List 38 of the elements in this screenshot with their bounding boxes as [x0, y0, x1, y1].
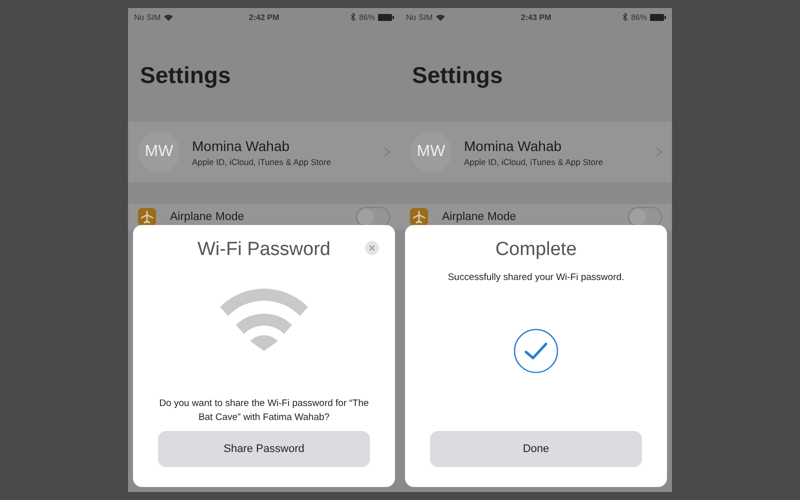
profile-name: Momina Wahab [192, 138, 291, 154]
dialog-title: Wi-Fi Password [197, 239, 330, 261]
dialog-title: Complete [495, 239, 577, 261]
dialog-message: Successfully shared your Wi-Fi password. [448, 271, 624, 284]
row-label: Airplane Mode [442, 211, 518, 223]
avatar-initials: MW [410, 131, 452, 173]
close-icon[interactable] [365, 241, 379, 255]
battery-percent: 86% [358, 12, 375, 22]
chevron-icon [656, 147, 662, 157]
profile-subtitle: Apple ID, iCloud, iTunes & App Store [464, 156, 604, 166]
page-title: Settings [139, 61, 232, 90]
profile-row[interactable]: MW Momina Wahab Apple ID, iCloud, iTunes & App Store [400, 122, 672, 182]
done-button[interactable]: Done [430, 431, 642, 467]
carrier-label: No SIM [406, 12, 433, 22]
page-title: Settings [411, 61, 504, 90]
profile-row[interactable]: MW Momina Wahab Apple ID, iCloud, iTunes & App Store [128, 122, 400, 182]
carrier-label: No SIM [134, 12, 161, 22]
share-password-button[interactable]: Share Password [158, 431, 370, 467]
wifi-signal-icon [164, 14, 173, 20]
time-label: 2:43 PM [520, 12, 552, 22]
dialog-message: Do you want to share the Wi-Fi password for “The Bat Cave” with Fatima Wahab? [159, 397, 369, 424]
row-label: Airplane Mode [170, 211, 246, 223]
battery-icon [378, 14, 394, 20]
battery-percent: 86% [630, 12, 647, 22]
bluetooth-icon [622, 13, 628, 21]
checkmark-circle-icon [513, 328, 559, 374]
chevron-icon [384, 147, 390, 157]
profile-subtitle: Apple ID, iCloud, iTunes & App Store [192, 156, 332, 166]
battery-icon [650, 14, 666, 20]
airplane-icon [410, 208, 428, 226]
profile-name: Momina Wahab [464, 138, 563, 154]
avatar-initials: MW [138, 131, 180, 173]
toggle-switch[interactable] [356, 207, 390, 227]
wifi-signal-icon [436, 14, 445, 20]
airplane-icon [138, 208, 156, 226]
toggle-switch[interactable] [628, 207, 662, 227]
bluetooth-icon [350, 13, 356, 21]
time-label: 2:42 PM [248, 12, 280, 22]
